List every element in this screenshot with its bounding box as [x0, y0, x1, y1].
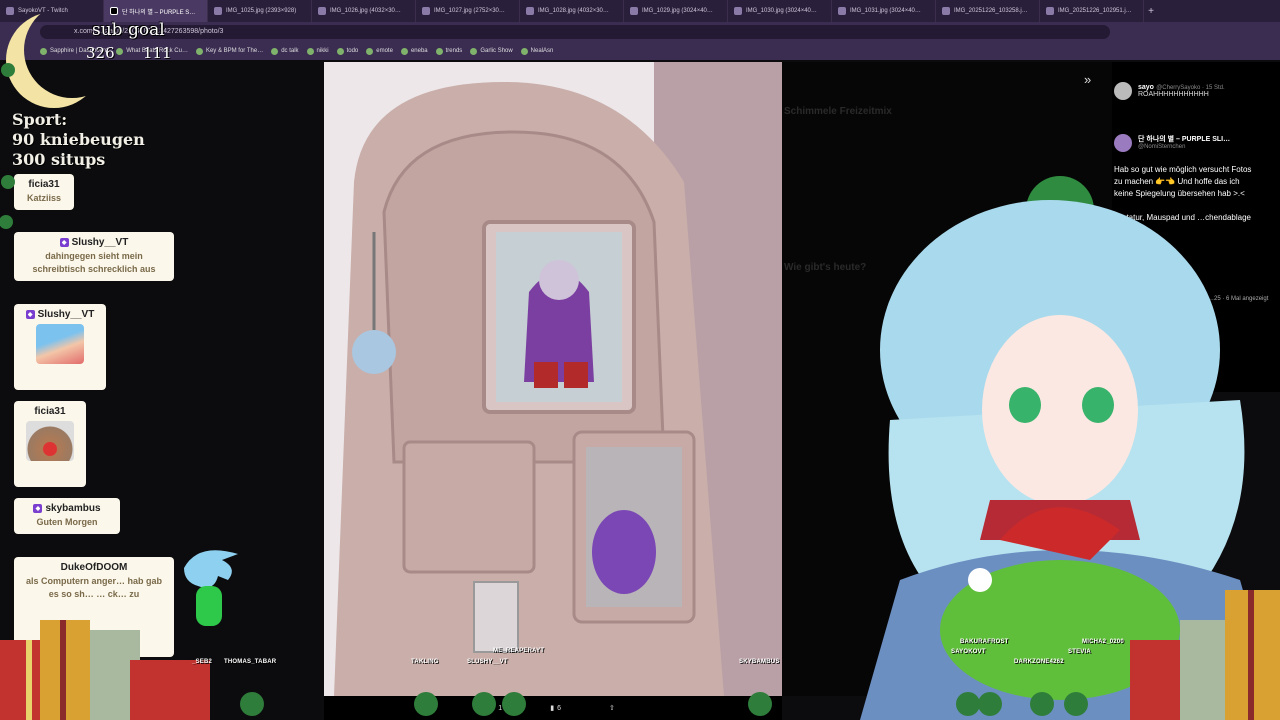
address-bar-row: x.com/…/status/2004781513427263598/photo…: [0, 22, 1280, 42]
bookmark-item[interactable]: Garlic Show: [470, 47, 513, 55]
faded-heading: Wie gibt's heute?: [784, 262, 867, 273]
browser-tab[interactable]: IMG_1028.jpg (4032×30…: [520, 0, 624, 22]
viewer-name: MICHA2_0200: [1082, 639, 1124, 645]
chat-text: Katziiss: [26, 193, 61, 203]
subscriber-badge-icon: [33, 504, 43, 513]
image-favicon-icon: [1046, 7, 1054, 15]
bookmark-icon: [470, 47, 478, 55]
chat-username: skybambus: [20, 503, 114, 514]
viewer-name: BAKURAFROST: [960, 639, 1009, 645]
image-favicon-icon: [942, 7, 950, 15]
sub-goal-target: 111: [143, 44, 172, 62]
bookmark-icon: [306, 47, 314, 55]
chat-username: DukeOfDOOM: [60, 562, 128, 573]
chat-message: ficia31 Katziiss: [14, 174, 74, 210]
bookmark-item[interactable]: eneba: [400, 47, 428, 55]
bookmark-icon: [271, 47, 279, 55]
tweet-text: ROAHHHHHHHHHHH: [1138, 91, 1209, 98]
browser-tab-strip: SayokoVT - Twitch 단 하나의 별 – PURPLE S… IM…: [0, 0, 1280, 22]
bookmark-icon: [195, 47, 203, 55]
chat-username: Slushy__VT: [20, 237, 168, 248]
chat-username: ficia31: [34, 406, 66, 417]
browser-tab-active[interactable]: 단 하나의 별 – PURPLE S…: [104, 0, 208, 22]
browser-tab[interactable]: IMG_20251226_103258.j…: [936, 0, 1040, 22]
viewer-name: _SEB2: [192, 659, 213, 665]
sport-title: Sport:: [12, 110, 68, 129]
url-field[interactable]: x.com/…/status/2004781513427263598/photo…: [40, 25, 1110, 39]
browser-tab[interactable]: IMG_1030.jpg (3024×40…: [728, 0, 832, 22]
browser-tab[interactable]: IMG_1025.jpg (2393×928): [208, 0, 312, 22]
image-favicon-icon: [422, 7, 430, 15]
subscriber-badge-icon: [59, 238, 69, 247]
image-favicon-icon: [734, 7, 742, 15]
backpack-photo[interactable]: [324, 62, 782, 696]
chat-username: ficia31: [28, 179, 60, 190]
bookmark-icon: [400, 47, 408, 55]
twitch-favicon-icon: [6, 7, 14, 15]
bookmark-item[interactable]: todo: [336, 47, 358, 55]
chat-text: dahingegen sieht mein schreibtisch schre…: [32, 251, 156, 274]
browser-tab[interactable]: IMG_1029.jpg (3024×40…: [624, 0, 728, 22]
blue-hair-emote-icon: [36, 324, 84, 364]
sport-goal: Sport: 90 kniebeugen 300 situps: [12, 110, 145, 170]
chat-message: Slushy__VT: [14, 304, 106, 390]
viewer-name: STEVIA: [1068, 649, 1091, 655]
tweet-main[interactable]: 단 하나의 별 – PURPLE SLI… @NomiSternchen: [1114, 134, 1276, 152]
image-favicon-icon: [630, 7, 638, 15]
viewer-name: TAKLING: [411, 659, 439, 665]
viewer-name: DARKZONE4262: [1014, 659, 1064, 665]
chat-username: Slushy__VT: [20, 309, 100, 320]
backpack-illustration: [324, 62, 782, 696]
cat-emote-icon: [26, 421, 74, 461]
new-tab-button[interactable]: +: [1144, 6, 1158, 17]
bookmark-item[interactable]: trends: [435, 47, 462, 55]
chat-message: skybambus Guten Morgen: [14, 498, 120, 534]
viewer-name: SAYOKOVT: [951, 649, 986, 655]
bookmark-item[interactable]: nikki: [306, 47, 329, 55]
bookmark-icon: [435, 47, 443, 55]
chat-message: Slushy__VT dahingegen sieht mein schreib…: [14, 232, 174, 281]
stream-screen: SayokoVT - Twitch 단 하나의 별 – PURPLE S… IM…: [0, 0, 1280, 720]
chat-text: als Computern anger… hab gab es so sh… ……: [25, 576, 163, 599]
chat-text: Guten Morgen: [36, 517, 98, 527]
bookmark-item[interactable]: emote: [366, 47, 393, 55]
sport-line: 90 kniebeugen: [12, 130, 145, 149]
chat-message: ficia31: [14, 401, 86, 487]
sub-goal-label: sub goal: [92, 20, 165, 40]
sub-goal-current: 326: [86, 44, 115, 62]
bookmark-icon: [336, 47, 344, 55]
avatar: [1114, 82, 1132, 100]
avatar: [1114, 134, 1132, 152]
image-favicon-icon: [838, 7, 846, 15]
image-favicon-icon: [214, 7, 222, 15]
browser-tab[interactable]: IMG_1031.jpg (3024×40…: [832, 0, 936, 22]
viewer-name: SKYBAMBUS: [739, 659, 780, 665]
tweet-reply[interactable]: sayo @CherrySayoko · 15 Std. ROAHHHHHHHH…: [1114, 82, 1225, 100]
subscriber-badge-icon: [25, 310, 35, 319]
bookmarks-bar: Sapphire | Dashboard What Beats Rock Cu……: [0, 42, 1280, 60]
browser-tab[interactable]: IMG_1026.jpg (4032×30…: [312, 0, 416, 22]
browser-tab[interactable]: IMG_20251226_102951.j…: [1040, 0, 1144, 22]
green-mascot-icon: [0, 63, 15, 229]
sport-line: 300 situps: [12, 150, 106, 169]
browser-tab[interactable]: IMG_1027.jpg (2752×30…: [416, 0, 520, 22]
collapse-chevron-icon[interactable]: »: [1084, 72, 1091, 87]
bookmark-icon: [366, 47, 374, 55]
bookmark-item[interactable]: dc talk: [271, 47, 299, 55]
image-favicon-icon: [526, 7, 534, 15]
viewer-name: SLUSHY__VT: [467, 659, 508, 665]
bookmark-item[interactable]: Key & BPM for The…: [195, 47, 263, 55]
bookmark-icon: [520, 47, 528, 55]
image-favicon-icon: [318, 7, 326, 15]
viewer-name: THOMAS_TABAR: [224, 659, 277, 665]
x-favicon-icon: [110, 7, 118, 15]
faded-heading: Schimmele Freizeitmix: [784, 106, 892, 117]
green-mascot-row-icon: [240, 692, 1088, 716]
bookmark-item[interactable]: NealAsn: [520, 47, 553, 55]
viewer-name: ME_REAPERAYT: [493, 648, 545, 654]
